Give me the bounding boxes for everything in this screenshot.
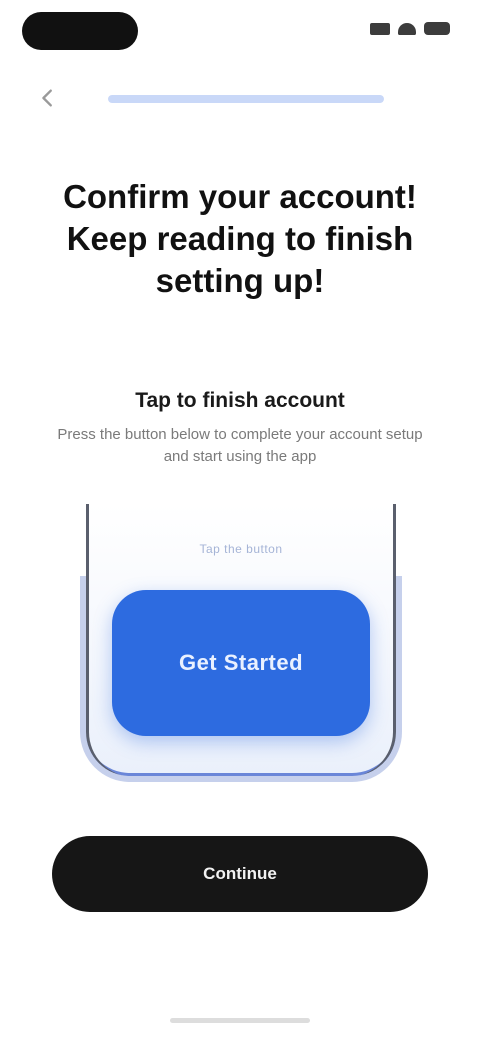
- section-description: Press the button below to complete your …: [57, 426, 423, 465]
- battery-icon: [424, 22, 450, 35]
- illustration-card: Tap the button Get Started: [80, 504, 402, 782]
- chevron-left-icon: [42, 89, 52, 107]
- illustration-caption: Tap the button: [199, 542, 283, 556]
- back-button[interactable]: [30, 80, 66, 116]
- continue-button-label: Continue: [203, 864, 277, 883]
- illustration-button-label: Get Started: [178, 650, 304, 675]
- home-indicator: [170, 1018, 310, 1023]
- section-title: Tap to finish account: [135, 389, 345, 412]
- continue-button[interactable]: Continue: [52, 836, 428, 912]
- progress-fill: [108, 95, 384, 103]
- status-icons: [370, 22, 450, 35]
- illustration-button: Get Started: [112, 590, 370, 736]
- page-title: Confirm your account! Keep reading to fi…: [63, 178, 417, 299]
- top-nav: [0, 72, 480, 124]
- onboarding-screen: Confirm your account! Keep reading to fi…: [0, 0, 480, 1040]
- dynamic-island: [22, 12, 138, 50]
- signal-icon: [370, 22, 390, 35]
- wifi-icon: [398, 22, 416, 35]
- progress-bar: [108, 95, 384, 103]
- status-bar: [0, 0, 480, 62]
